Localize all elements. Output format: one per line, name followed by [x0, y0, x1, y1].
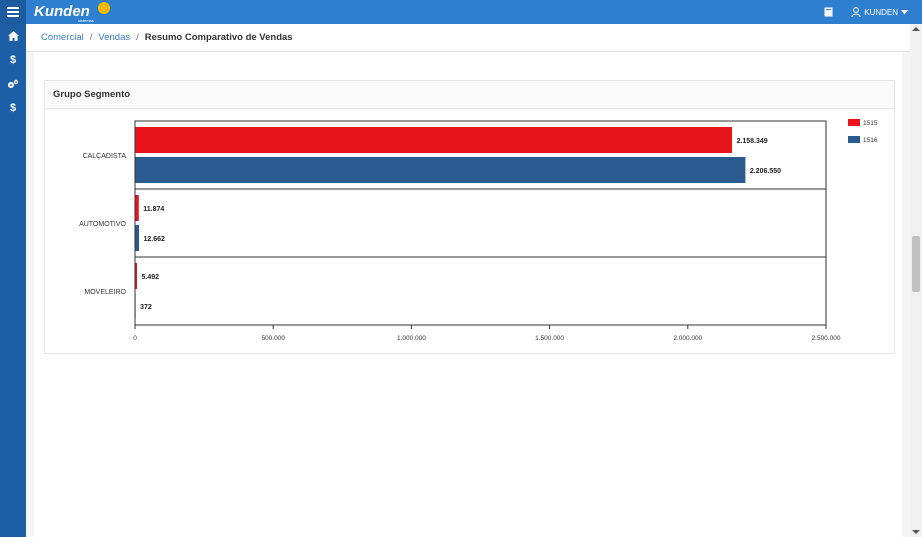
- x-tick-label: 1.000.000: [397, 335, 426, 342]
- bar-1516: [135, 225, 139, 251]
- data-label: 2.158.349: [737, 138, 768, 145]
- bar-1516: [135, 157, 746, 183]
- breadcrumb-comercial[interactable]: Comercial: [41, 32, 84, 43]
- legend-swatch-1516: [848, 136, 860, 143]
- sidebar-item-home[interactable]: [0, 24, 26, 48]
- bookmark-icon[interactable]: [824, 7, 833, 17]
- dollar-icon: $: [9, 102, 17, 114]
- data-label: 2.206.550: [750, 168, 781, 175]
- breadcrumb-separator: /: [136, 32, 139, 43]
- chart-panel: Grupo Segmento CALÇADISTA 2.158.349 2.206.…: [44, 80, 895, 354]
- scroll-thumb[interactable]: [912, 236, 920, 292]
- legend-label: 1516: [863, 137, 878, 144]
- data-label: 5.492: [142, 274, 160, 281]
- sidebar: $ $: [0, 24, 26, 537]
- user-icon: [851, 7, 861, 17]
- breadcrumb-current: Resumo Comparativo de Vendas: [144, 32, 293, 43]
- caret-down-icon: [901, 9, 908, 14]
- x-tick-label: 2.000.000: [673, 335, 702, 342]
- hamburger-menu-button[interactable]: [0, 0, 26, 24]
- bar-1515: [135, 127, 733, 153]
- logo-subtext: sistemas: [78, 18, 94, 23]
- sidebar-item-vendas[interactable]: $: [0, 96, 26, 120]
- dollar-icon: $: [9, 54, 17, 66]
- scroll-up-arrow[interactable]: [912, 27, 920, 31]
- bar-1515: [135, 263, 138, 289]
- x-tick-label: 1.500.000: [535, 335, 564, 342]
- main-content: Grupo Segmento CALÇADISTA 2.158.349 2.206.…: [34, 52, 902, 537]
- x-tick-label: 2.500.000: [812, 335, 841, 342]
- home-icon: [7, 31, 19, 41]
- legend-swatch-1515: [848, 119, 860, 126]
- data-label: 372: [140, 304, 152, 311]
- top-bar: Kunden sistemas KUNDEN: [0, 0, 922, 24]
- breadcrumb-separator: /: [89, 32, 93, 43]
- category-label: MOVELEIRO: [84, 289, 126, 296]
- user-label: KUNDEN: [864, 7, 898, 17]
- breadcrumb: Comercial / Vendas / Resumo Comparativo …: [26, 24, 910, 52]
- x-tick-label: 0: [133, 335, 137, 342]
- sidebar-item-financeiro[interactable]: $: [0, 48, 26, 72]
- hamburger-icon: [7, 7, 19, 17]
- kunden-logo[interactable]: Kunden sistemas: [34, 1, 114, 23]
- data-label: 12.662: [143, 236, 165, 243]
- gears-icon: [8, 79, 19, 88]
- scroll-down-arrow[interactable]: [912, 530, 920, 534]
- legend-label: 1515: [863, 120, 878, 127]
- panel-title: Grupo Segmento: [45, 81, 894, 109]
- category-label: CALÇADISTA: [83, 153, 127, 160]
- data-label: 11.874: [143, 206, 164, 213]
- sidebar-item-config[interactable]: [0, 72, 26, 96]
- bar-1515: [135, 195, 139, 221]
- bar-chart: CALÇADISTA 2.158.349 2.206.550 AUTOMOTIVO 11…: [79, 119, 878, 342]
- user-menu[interactable]: KUNDEN: [851, 7, 908, 17]
- category-label: AUTOMOTIVO: [79, 221, 126, 228]
- breadcrumb-vendas[interactable]: Vendas: [98, 32, 130, 43]
- x-tick-label: 500.000: [261, 335, 285, 342]
- page-scrollbar[interactable]: [910, 24, 922, 537]
